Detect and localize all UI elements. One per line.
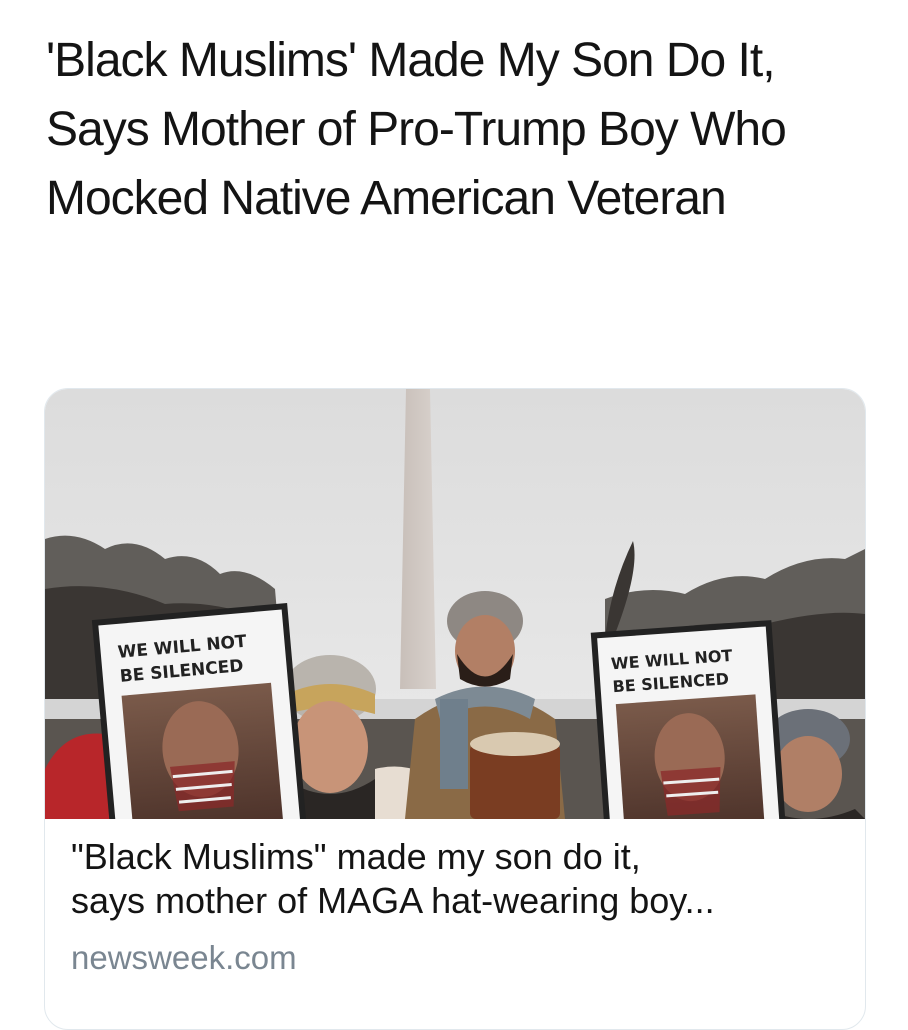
monument <box>400 389 436 689</box>
card-body[interactable]: "Black Muslims" made my son do it, says … <box>71 835 839 977</box>
card-image[interactable]: WE WILL NOT BE SILENCED WE WILL NOT BE S… <box>45 389 865 819</box>
card-title[interactable]: "Black Muslims" made my son do it, says … <box>71 835 839 923</box>
tweet-text: 'Black Muslims' Made My Son Do It, Says … <box>46 34 787 225</box>
card-title-line2: says mother of MAGA hat-wearing boy... <box>71 880 715 921</box>
card-title-line1: "Black Muslims" made my son do it, <box>71 836 641 877</box>
protest-sign-left: WE WILL NOT BE SILENCED <box>91 603 308 819</box>
link-preview-card[interactable]: WE WILL NOT BE SILENCED WE WILL NOT BE S… <box>44 388 866 1030</box>
card-domain: newsweek.com <box>71 939 297 976</box>
protest-sign-right: WE WILL NOT BE SILENCED <box>590 620 787 819</box>
